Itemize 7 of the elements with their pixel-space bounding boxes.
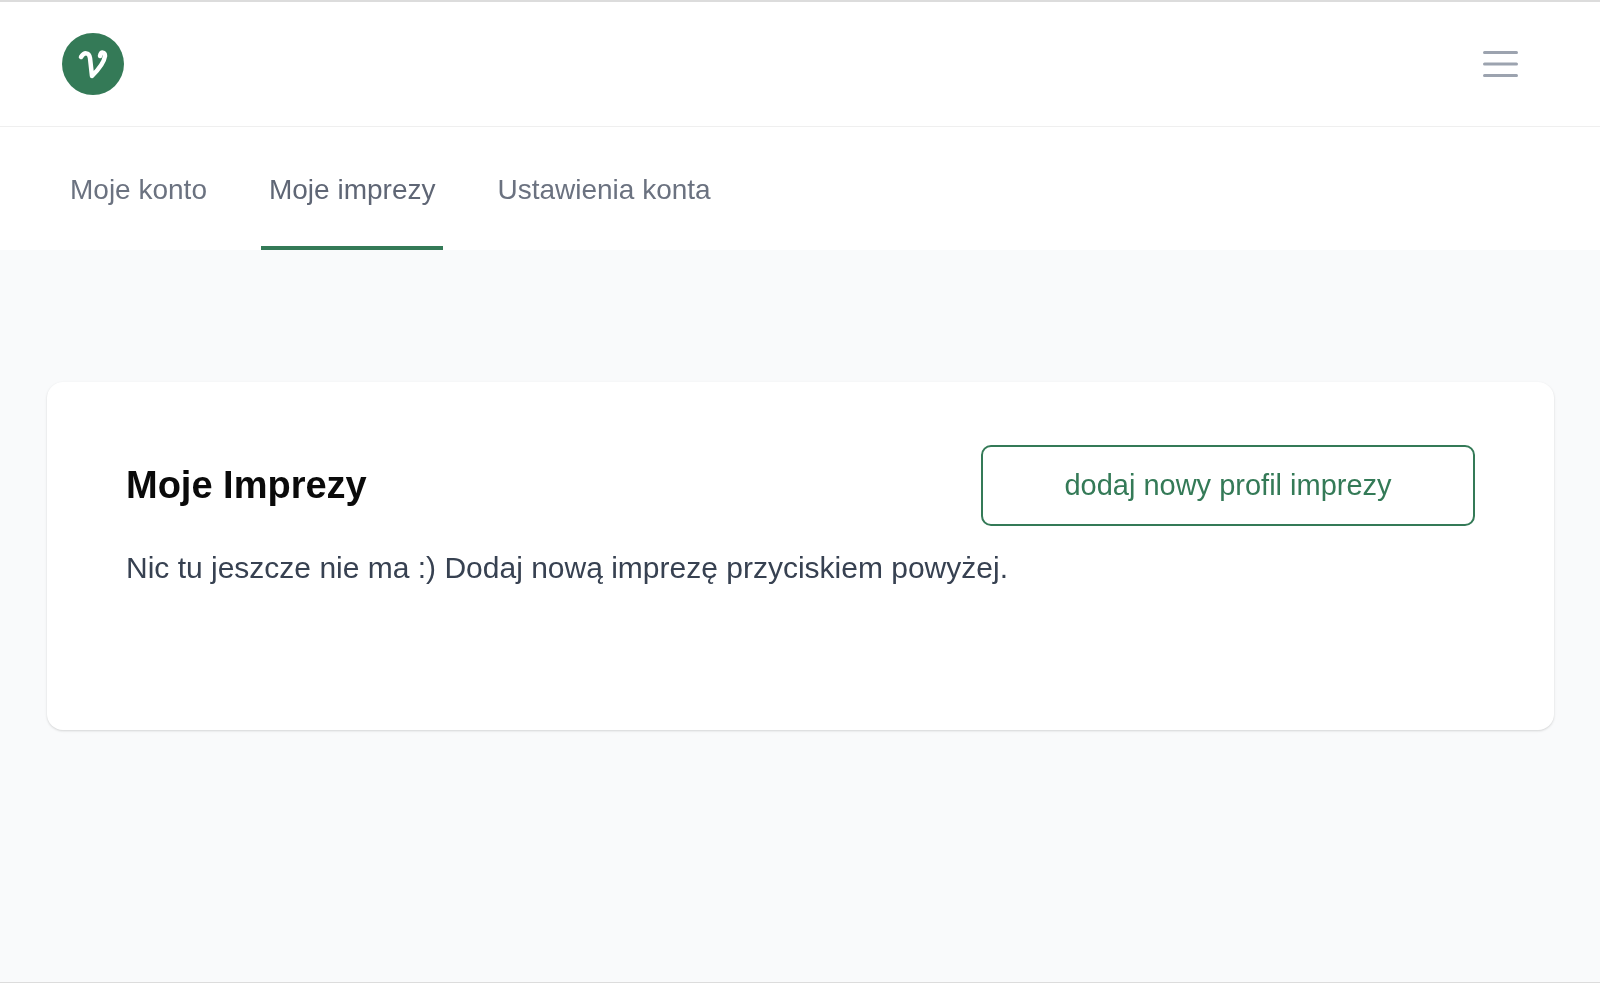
card-title: Moje Imprezy [126, 464, 367, 507]
empty-message: Nic tu jeszcze nie ma :) Dodaj nową imprezę przyciskiem powyżej. [126, 550, 1008, 586]
tab[interactable]: Moje imprezy [260, 127, 444, 250]
add-profile-button[interactable]: dodaj nowy profil imprezy [981, 445, 1475, 526]
tab[interactable]: Moje konto [62, 127, 215, 250]
logo-icon[interactable] [62, 33, 124, 95]
tab[interactable]: Ustawienia konta [489, 127, 719, 250]
